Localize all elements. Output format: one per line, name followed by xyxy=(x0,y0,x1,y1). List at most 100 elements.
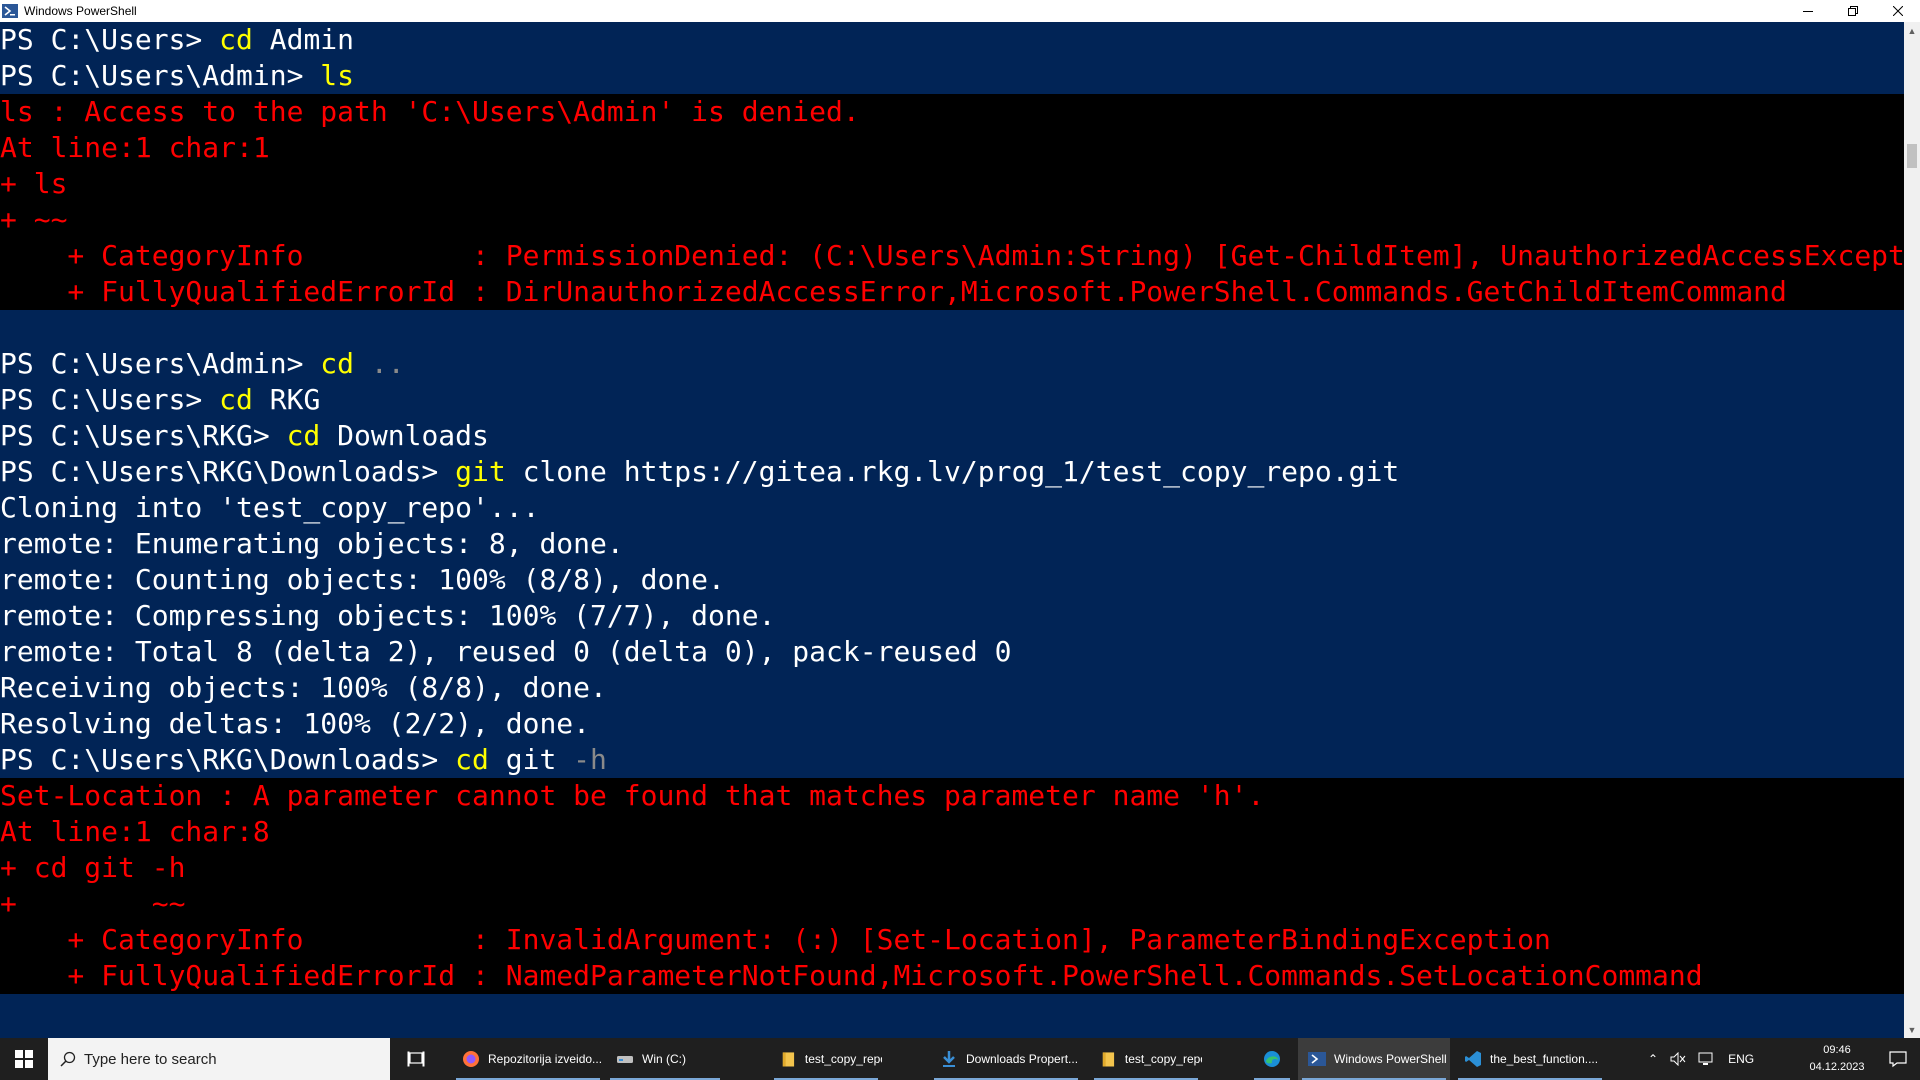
console-line: Cloning into 'test_copy_repo'... xyxy=(0,490,1904,526)
console-text: remote: Total 8 (delta 2), reused 0 (del… xyxy=(0,635,1012,668)
clock-date: 04.12.2023 xyxy=(1809,1061,1865,1073)
error-line: + CategoryInfo : InvalidArgument: (:) [S… xyxy=(0,922,1904,958)
console-text: Downloads xyxy=(320,419,489,452)
taskbar-app[interactable]: Windows PowerShell xyxy=(1298,1038,1450,1080)
vscode-icon xyxy=(1465,1051,1481,1067)
console-text: + CategoryInfo : InvalidArgument: (:) [S… xyxy=(0,923,1551,956)
console-text: + CategoryInfo : PermissionDenied: (C:\U… xyxy=(0,239,1904,272)
console-text: PS C:\Users> xyxy=(0,383,220,416)
drive-icon xyxy=(617,1056,633,1063)
console-line: PS C:\Users\RKG\Downloads> cd git -h xyxy=(0,742,1904,778)
close-icon xyxy=(1892,6,1903,16)
powershell-icon xyxy=(1308,1052,1326,1066)
task-view-button[interactable] xyxy=(392,1038,440,1080)
console-line: remote: Counting objects: 100% (8/8), do… xyxy=(0,562,1904,598)
taskbar-app-label: Downloads Propert... xyxy=(966,1052,1079,1066)
taskbar-search-box[interactable]: Type here to search xyxy=(48,1038,390,1080)
taskbar-app[interactable]: Downloads Propert... xyxy=(930,1038,1082,1080)
console-text: remote: Compressing objects: 100% (7/7),… xyxy=(0,599,776,632)
command-token: cd xyxy=(219,383,253,416)
console-text: .. xyxy=(354,347,405,380)
command-token: ls xyxy=(320,59,355,92)
console-line: PS C:\Users\RKG\Downloads> git clone htt… xyxy=(0,454,1904,490)
console-text: PS C:\Users\Admin> xyxy=(0,59,321,92)
error-line: + FullyQualifiedErrorId : NamedParameter… xyxy=(0,958,1904,994)
minimize-icon xyxy=(1802,11,1813,12)
firefox-icon xyxy=(463,1051,479,1067)
console-line: PS C:\Users\Admin> ls xyxy=(0,58,1904,94)
taskbar-app[interactable]: test_copy_repo xyxy=(1090,1038,1202,1080)
console-text: PS C:\Users\RKG\Downloads> xyxy=(0,743,456,776)
console-text: remote: Enumerating objects: 8, done. xyxy=(0,527,624,560)
taskbar-app[interactable]: Win (C:) xyxy=(606,1038,724,1080)
scroll-up-icon[interactable]: ▲ xyxy=(1904,22,1920,39)
console-line: remote: Total 8 (delta 2), reused 0 (del… xyxy=(0,634,1904,670)
console-output[interactable]: PS C:\Users> cd Admin PS C:\Users\Admin> … xyxy=(0,22,1904,1038)
console-line: PS C:\Users\Admin> cd .. xyxy=(0,346,1904,382)
taskbar-app-label: Repozitorija izveido... xyxy=(488,1052,603,1066)
console-text: Set-Location : A parameter cannot be fou… xyxy=(0,779,1265,812)
console-text: + FullyQualifiedErrorId : NamedParameter… xyxy=(0,959,1703,992)
search-icon xyxy=(60,1051,76,1067)
command-token: cd xyxy=(320,347,355,380)
error-line: + ~~ xyxy=(0,886,1904,922)
console-text: git xyxy=(488,743,574,776)
close-button[interactable] xyxy=(1875,0,1920,22)
console-text: + cd git -h xyxy=(0,851,186,884)
start-button[interactable] xyxy=(0,1038,48,1080)
taskbar-app-label: Win (C:) xyxy=(642,1052,686,1066)
notification-icon xyxy=(1889,1051,1907,1068)
restore-button[interactable] xyxy=(1830,0,1875,22)
taskbar-app[interactable]: test_copy_repo xyxy=(770,1038,882,1080)
taskbar-app[interactable]: Repozitorija izveido... xyxy=(452,1038,604,1080)
console-scrollbar[interactable]: ▲ ▼ xyxy=(1904,22,1920,1038)
clock-time: 09:46 xyxy=(1823,1044,1851,1056)
scroll-thumb[interactable] xyxy=(1907,144,1917,168)
tray-clock[interactable]: 09:46 04.12.2023 xyxy=(1802,1042,1872,1076)
console-text: PS C:\Users\RKG> xyxy=(0,419,287,452)
language-indicator[interactable]: ENG xyxy=(1728,1052,1754,1066)
window-title: Windows PowerShell xyxy=(24,4,137,18)
folder-icon xyxy=(782,1052,795,1067)
taskbar: Type here to search Repozitorija izveido… xyxy=(0,1038,1920,1080)
command-token: cd xyxy=(286,419,321,452)
error-line: Set-Location : A parameter cannot be fou… xyxy=(0,778,1904,814)
notifications-button[interactable] xyxy=(1876,1038,1920,1080)
minimize-button[interactable] xyxy=(1785,0,1830,22)
taskbar-app[interactable]: the_best_function.... xyxy=(1454,1038,1606,1080)
restore-icon xyxy=(1847,6,1858,16)
folder-icon xyxy=(1102,1052,1115,1067)
search-placeholder: Type here to search xyxy=(84,1050,217,1068)
console-line: PS C:\Users> cd RKG xyxy=(0,382,1904,418)
console-line: PS C:\Users\RKG> cd Downloads xyxy=(0,418,1904,454)
console-text: Receiving objects: 100% (8/8), done. xyxy=(0,671,607,704)
taskbar-app-label: test_copy_repo xyxy=(1124,1052,1202,1066)
console-line: Resolving deltas: 100% (2/2), done. xyxy=(0,706,1904,742)
console-text: PS C:\Users\Admin> xyxy=(0,347,321,380)
console-text: PS C:\Users> xyxy=(0,23,220,56)
console-text: + ls xyxy=(0,167,68,200)
error-line: At line:1 char:8 xyxy=(0,814,1904,850)
error-line: + ~~ xyxy=(0,202,1904,238)
console-text: At line:1 char:1 xyxy=(0,131,270,164)
windows-logo-icon xyxy=(15,1050,33,1068)
tray-overflow-icon[interactable]: ⌃ xyxy=(1648,1052,1658,1066)
taskbar-app[interactable] xyxy=(1250,1038,1294,1080)
console-text: -h xyxy=(573,743,607,776)
scroll-down-icon[interactable]: ▼ xyxy=(1904,1021,1920,1038)
console-text: RKG xyxy=(252,383,321,416)
taskbar-app-label: the_best_function.... xyxy=(1490,1052,1599,1066)
console-text: Cloning into 'test_copy_repo'... xyxy=(0,491,540,524)
console-line: PS C:\Users> cd Admin xyxy=(0,22,1904,58)
download-icon xyxy=(943,1051,955,1067)
volume-muted-icon[interactable] xyxy=(1670,1052,1686,1066)
console-text: remote: Counting objects: 100% (8/8), do… xyxy=(0,563,725,596)
network-icon[interactable] xyxy=(1698,1052,1716,1066)
console-text: Admin xyxy=(252,23,355,56)
error-line: + FullyQualifiedErrorId : DirUnauthorize… xyxy=(0,274,1904,310)
command-token: cd xyxy=(455,743,489,776)
command-token: git xyxy=(455,455,506,488)
console-text: + ~~ xyxy=(0,887,186,920)
